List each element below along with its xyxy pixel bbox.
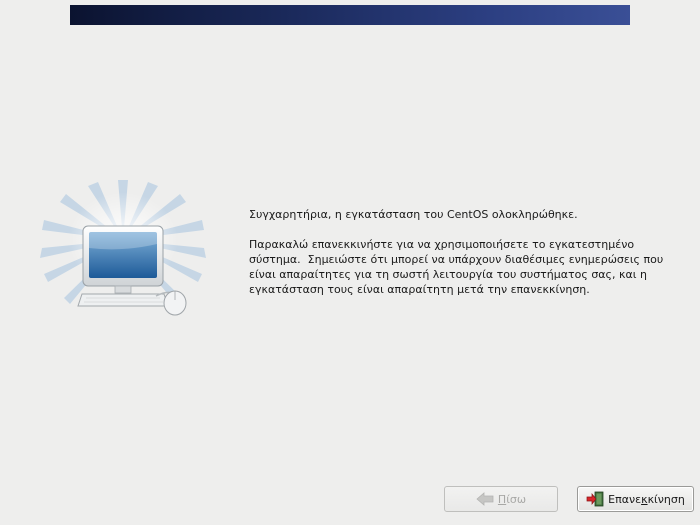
computer-icon [38, 178, 208, 323]
header-banner [70, 5, 630, 25]
completion-message: Συγχαρητήρια, η εγκατάσταση του CentOS ο… [249, 207, 689, 297]
exit-door-icon [586, 491, 604, 507]
reboot-note-line-4: εγκατάσταση τους είναι απαραίτητη μετά τ… [249, 283, 590, 296]
success-text: Συγχαρητήρια, η εγκατάσταση του CentOS ο… [249, 208, 578, 221]
reboot-note-line-3: είναι απαραίτητες για τη σωστή λειτουργί… [249, 268, 647, 281]
reboot-note-line-2: σύστημα. Σημειώστε ότι μπορεί να υπάρχου… [249, 253, 664, 266]
left-arrow-icon [476, 492, 494, 506]
reboot-button[interactable]: Επανεκκίνηση [577, 486, 694, 512]
reboot-button-label: Επανεκκίνηση [608, 492, 685, 506]
back-button-label: Πίσω [497, 492, 527, 506]
reboot-note-line-1: Παρακαλώ επανεκκινήστε για να χρησιμοποι… [249, 238, 635, 251]
back-button[interactable]: Πίσω [444, 486, 558, 512]
